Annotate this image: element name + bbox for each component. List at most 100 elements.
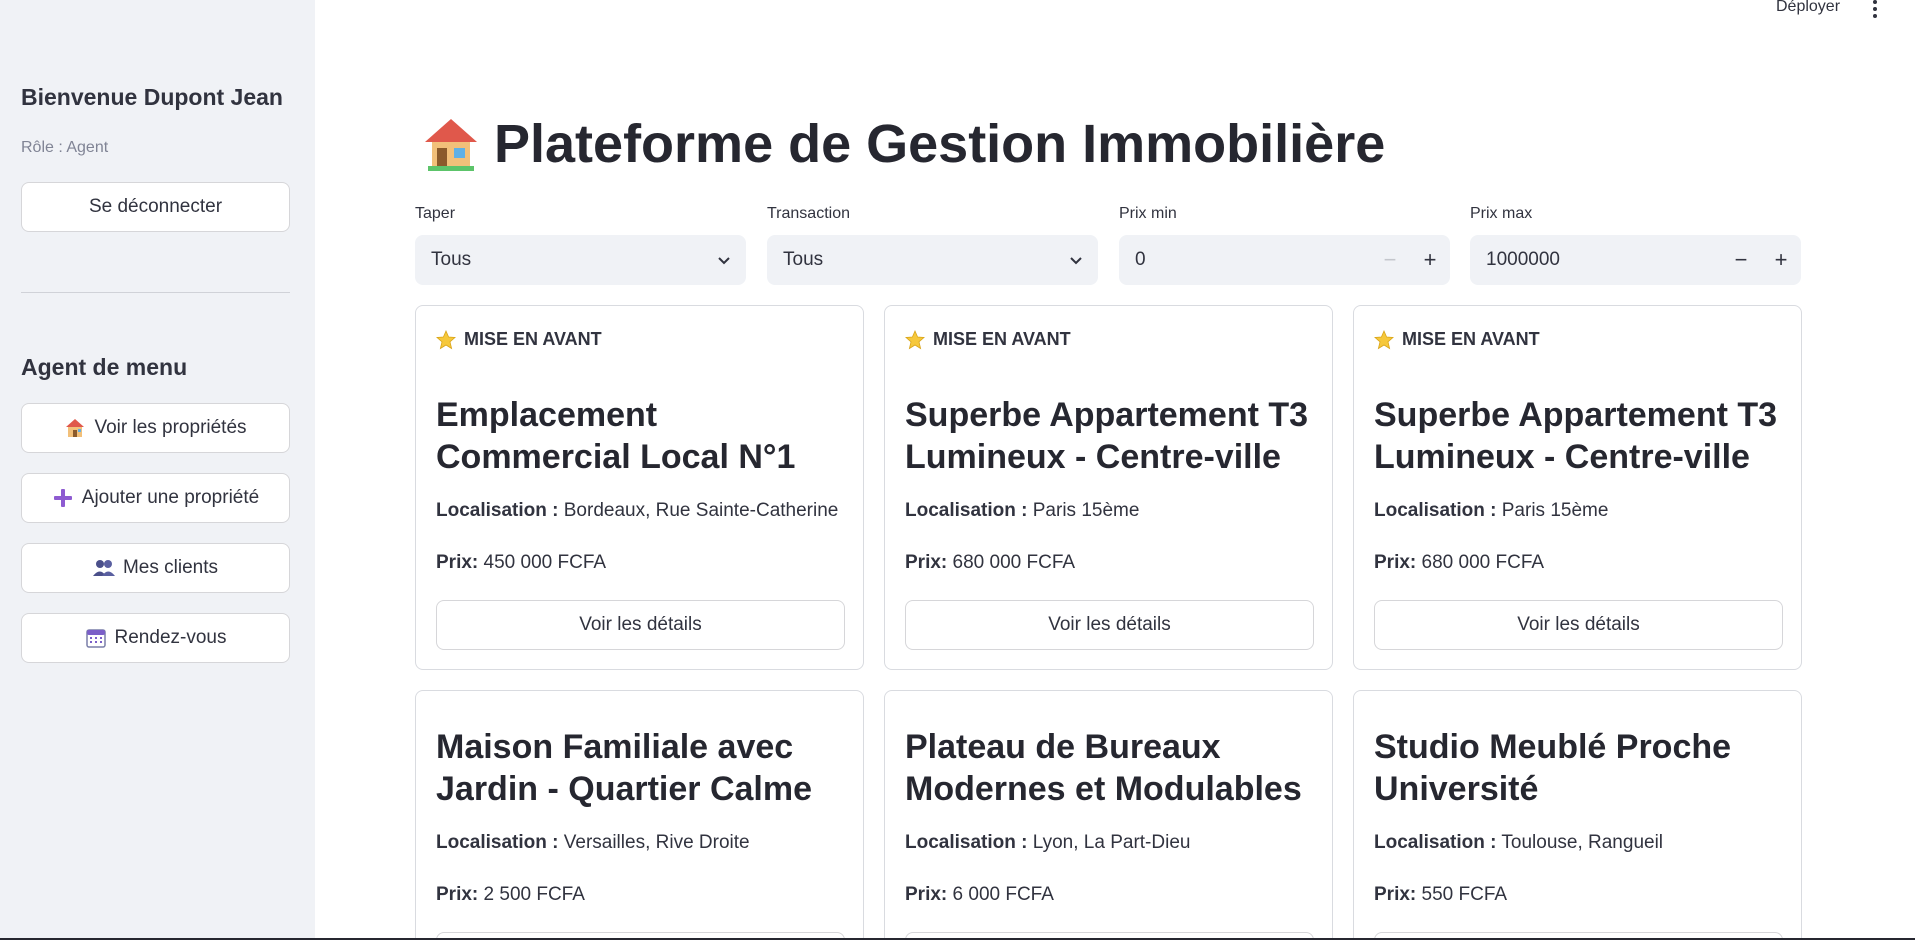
max-price-label: Prix max: [1470, 205, 1533, 222]
property-price: Prix: 550 FCFA: [1374, 884, 1507, 906]
price-value: 6 000 FCFA: [952, 884, 1054, 905]
add-property-button[interactable]: Ajouter une propriété: [21, 473, 290, 523]
featured-label: MISE EN AVANT: [933, 329, 1071, 349]
location-label: Localisation :: [436, 500, 559, 521]
max-price-increment-button[interactable]: +: [1761, 235, 1801, 285]
page-title-text: Plateforme de Gestion Immobilière: [494, 114, 1386, 174]
property-card: Plateau de Bureaux Modernes et Modulable…: [884, 690, 1333, 940]
min-price-label: Prix min: [1119, 205, 1177, 222]
property-location: Localisation : Lyon, La Part-Dieu: [905, 832, 1190, 854]
price-label: Prix:: [436, 884, 479, 905]
more-menu-icon[interactable]: [1870, 0, 1880, 18]
location-value: Lyon, La Part-Dieu: [1032, 832, 1191, 853]
property-price: Prix: 450 000 FCFA: [436, 552, 606, 574]
property-title: Studio Meublé Proche Université: [1374, 728, 1732, 808]
property-card: Studio Meublé Proche Université Localisa…: [1353, 690, 1802, 940]
property-location: Localisation : Toulouse, Rangueil: [1374, 832, 1663, 854]
my-clients-button[interactable]: Mes clients: [21, 543, 290, 593]
location-value: Paris 15ème: [1032, 500, 1140, 521]
price-label: Prix:: [905, 552, 948, 573]
featured-badge: MISE EN AVANT: [905, 329, 1071, 350]
welcome-text: Bienvenue Dupont Jean: [21, 84, 283, 110]
location-label: Localisation :: [1374, 832, 1497, 853]
min-price-value: 0: [1135, 249, 1146, 270]
price-value: 680 000 FCFA: [1421, 552, 1545, 573]
sidebar: Bienvenue Dupont Jean Rôle : Agent Se dé…: [0, 0, 315, 940]
price-value: 2 500 FCFA: [483, 884, 585, 905]
sidebar-divider: [21, 292, 290, 293]
type-select[interactable]: Tous: [415, 235, 746, 285]
price-value: 450 000 FCFA: [483, 552, 607, 573]
featured-label: MISE EN AVANT: [464, 329, 602, 349]
type-filter-label: Taper: [415, 205, 456, 222]
location-value: Bordeaux, Rue Sainte-Catherine: [563, 500, 839, 521]
people-icon: [92, 557, 115, 579]
property-price: Prix: 6 000 FCFA: [905, 884, 1054, 906]
property-price: Prix: 680 000 FCFA: [905, 552, 1075, 574]
star-icon: [1374, 329, 1394, 349]
property-location: Localisation : Paris 15ème: [1374, 500, 1608, 522]
role-text: Rôle : Agent: [21, 139, 109, 156]
view-details-button[interactable]: Voir les détails: [1374, 600, 1783, 650]
transaction-filter-label: Transaction: [767, 205, 850, 222]
min-price-increment-button[interactable]: +: [1410, 235, 1450, 285]
location-value: Paris 15ème: [1501, 500, 1609, 521]
view-properties-label: Voir les propriétés: [94, 417, 247, 438]
calendar-icon: [85, 627, 107, 649]
property-price: Prix: 2 500 FCFA: [436, 884, 585, 906]
location-label: Localisation :: [436, 832, 559, 853]
page-title: Plateforme de Gestion Immobilière: [422, 113, 1385, 175]
deploy-button[interactable]: Déployer: [1776, 0, 1840, 16]
location-label: Localisation :: [905, 832, 1028, 853]
plus-icon: [52, 487, 74, 509]
appointments-button[interactable]: Rendez-vous: [21, 613, 290, 663]
property-card: MISE EN AVANT Superbe Appartement T3 Lum…: [1353, 305, 1802, 670]
view-details-button[interactable]: Voir les détails: [905, 600, 1314, 650]
transaction-select-value: Tous: [783, 249, 824, 270]
max-price-decrement-button[interactable]: −: [1721, 235, 1761, 285]
featured-badge: MISE EN AVANT: [436, 329, 602, 350]
featured-label: MISE EN AVANT: [1402, 329, 1540, 349]
view-details-button[interactable]: Voir les détails: [436, 600, 845, 650]
property-title: Superbe Appartement T3 Lumineux - Centre…: [1374, 396, 1778, 476]
view-properties-button[interactable]: Voir les propriétés: [21, 403, 290, 453]
max-price-input[interactable]: 1000000 − +: [1470, 235, 1801, 285]
chevron-down-icon: [718, 257, 730, 265]
min-price-input[interactable]: 0 − +: [1119, 235, 1450, 285]
max-price-value: 1000000: [1486, 249, 1560, 270]
min-price-decrement-button[interactable]: −: [1370, 235, 1410, 285]
star-icon: [436, 329, 456, 349]
price-value: 550 FCFA: [1421, 884, 1508, 905]
house-icon: [64, 417, 86, 439]
property-title: Plateau de Bureaux Modernes et Modulable…: [905, 728, 1302, 808]
price-label: Prix:: [436, 552, 479, 573]
property-title: Emplacement Commercial Local N°1: [436, 396, 796, 476]
location-value: Versailles, Rive Droite: [563, 832, 750, 853]
property-title: Superbe Appartement T3 Lumineux - Centre…: [905, 396, 1309, 476]
property-card: Maison Familiale avec Jardin - Quartier …: [415, 690, 864, 940]
price-label: Prix:: [1374, 552, 1417, 573]
transaction-select[interactable]: Tous: [767, 235, 1098, 285]
house-icon: [422, 116, 480, 172]
logout-button[interactable]: Se déconnecter: [21, 182, 290, 232]
star-icon: [905, 329, 925, 349]
property-card: MISE EN AVANT Superbe Appartement T3 Lum…: [884, 305, 1333, 670]
my-clients-label: Mes clients: [122, 557, 219, 578]
logout-button-label: Se déconnecter: [88, 196, 223, 217]
price-label: Prix:: [905, 884, 948, 905]
chevron-down-icon: [1070, 257, 1082, 265]
type-select-value: Tous: [431, 249, 472, 270]
property-card: MISE EN AVANT Emplacement Commercial Loc…: [415, 305, 864, 670]
property-location: Localisation : Paris 15ème: [905, 500, 1139, 522]
property-price: Prix: 680 000 FCFA: [1374, 552, 1544, 574]
price-value: 680 000 FCFA: [952, 552, 1076, 573]
property-title: Maison Familiale avec Jardin - Quartier …: [436, 728, 813, 808]
property-location: Localisation : Bordeaux, Rue Sainte-Cath…: [436, 500, 838, 522]
appointments-label: Rendez-vous: [114, 627, 227, 648]
add-property-label: Ajouter une propriété: [81, 487, 260, 508]
location-label: Localisation :: [905, 500, 1028, 521]
location-label: Localisation :: [1374, 500, 1497, 521]
price-label: Prix:: [1374, 884, 1417, 905]
featured-badge: MISE EN AVANT: [1374, 329, 1540, 350]
property-location: Localisation : Versailles, Rive Droite: [436, 832, 750, 854]
